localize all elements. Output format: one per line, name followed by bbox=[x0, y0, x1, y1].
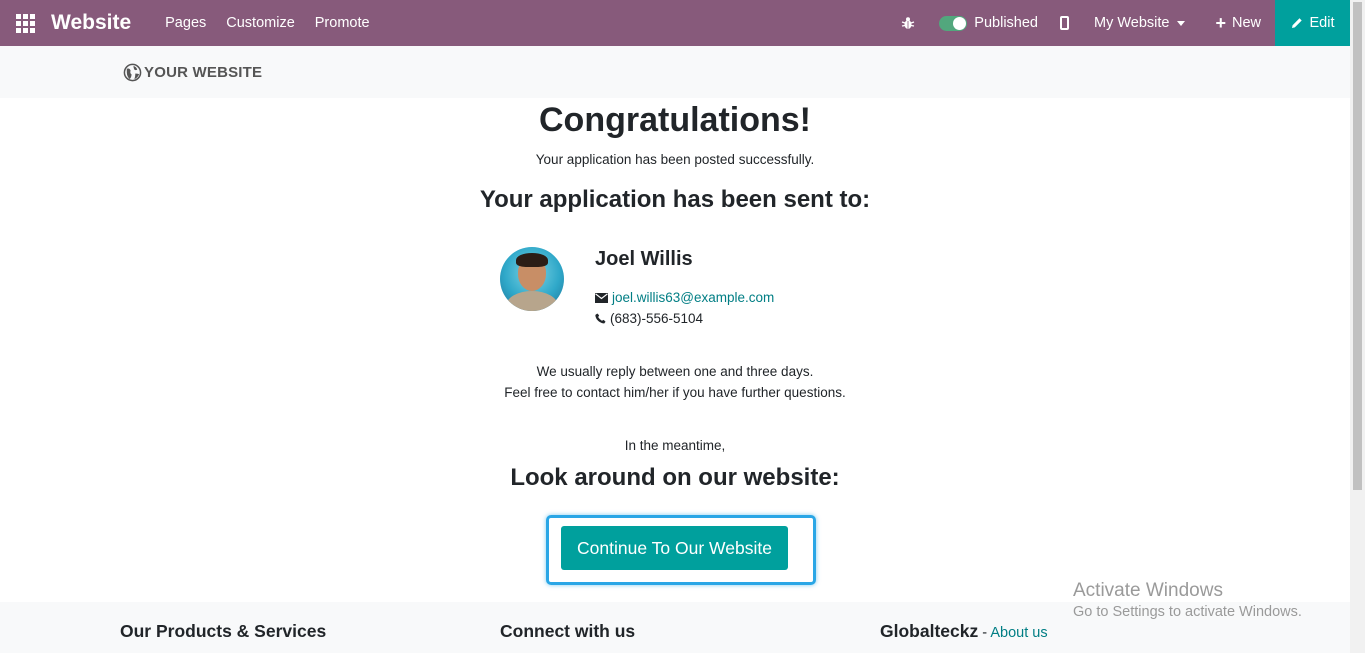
recruiter-email-link[interactable]: joel.willis63@example.com bbox=[612, 290, 774, 305]
thank-you-section: Congratulations! Your application has be… bbox=[0, 98, 1350, 602]
top-navbar: Website Pages Customize Promote Publishe… bbox=[0, 0, 1350, 46]
mobile-preview-icon[interactable] bbox=[1059, 16, 1069, 30]
menu-customize[interactable]: Customize bbox=[226, 15, 295, 31]
about-us-link[interactable]: About us bbox=[990, 625, 1047, 641]
top-right-actions: Published My Website + New Edit bbox=[901, 0, 1350, 46]
reply-info-line2: Feel free to contact him/her if you have… bbox=[504, 385, 846, 400]
scrollbar-thumb[interactable] bbox=[1353, 2, 1362, 490]
watermark-line1: Activate Windows bbox=[1073, 580, 1223, 601]
bug-icon[interactable] bbox=[901, 16, 915, 30]
footer-company-block: Globalteckz - About us bbox=[880, 621, 1048, 642]
published-label[interactable]: Published bbox=[974, 15, 1038, 31]
globe-icon bbox=[123, 63, 142, 82]
top-menu: Pages Customize Promote bbox=[165, 15, 389, 31]
menu-promote[interactable]: Promote bbox=[315, 15, 370, 31]
website-selector[interactable]: My Website bbox=[1094, 15, 1169, 31]
phone-icon bbox=[595, 313, 606, 324]
footer-company-title: Globalteckz bbox=[880, 621, 979, 641]
posted-message: Your application has been posted success… bbox=[535, 152, 815, 167]
footer-connect-title: Connect with us bbox=[500, 621, 636, 641]
recruiter-name: Joel Willis bbox=[595, 248, 693, 270]
meantime-text: In the meantime, bbox=[624, 438, 726, 453]
plus-icon[interactable]: + bbox=[1215, 14, 1226, 32]
footer-separator: - bbox=[978, 625, 991, 641]
reply-info-line1: We usually reply between one and three d… bbox=[536, 364, 814, 379]
menu-pages[interactable]: Pages bbox=[165, 15, 206, 31]
watermark-line2: Go to Settings to activate Windows. bbox=[1073, 604, 1302, 620]
page-title: Congratulations! bbox=[539, 101, 811, 139]
footer-products-title: Our Products & Services bbox=[120, 621, 327, 641]
app-brand[interactable]: Website bbox=[51, 11, 131, 35]
pencil-icon bbox=[1291, 18, 1302, 28]
continue-to-website-button[interactable]: Continue To Our Website bbox=[561, 526, 788, 570]
site-logo[interactable]: YOUR WEBSITE bbox=[123, 63, 262, 82]
logo-text: YOUR WEBSITE bbox=[144, 64, 263, 81]
look-around-heading: Look around on our website: bbox=[510, 464, 840, 491]
recruiter-phone: (683)-556-5104 bbox=[610, 311, 704, 326]
apps-menu-button[interactable] bbox=[0, 0, 50, 46]
publish-toggle[interactable] bbox=[939, 15, 968, 31]
windows-activation-watermark: Activate Windows Go to Settings to activ… bbox=[1073, 580, 1302, 620]
envelope-icon bbox=[595, 292, 608, 303]
recruiter-phone-row: (683)-556-5104 bbox=[595, 311, 703, 326]
edit-label: Edit bbox=[1309, 15, 1335, 31]
recruiter-avatar bbox=[500, 247, 564, 311]
new-button[interactable]: New bbox=[1232, 15, 1261, 31]
page-scrollbar[interactable] bbox=[1350, 0, 1365, 653]
edit-button[interactable]: Edit bbox=[1275, 0, 1350, 46]
grid-icon bbox=[15, 13, 35, 33]
sent-to-heading: Your application has been sent to: bbox=[479, 186, 871, 213]
site-header: YOUR WEBSITE bbox=[0, 46, 1350, 98]
recruiter-email-row: joel.willis63@example.com bbox=[595, 290, 774, 305]
chevron-down-icon[interactable] bbox=[1177, 20, 1186, 26]
